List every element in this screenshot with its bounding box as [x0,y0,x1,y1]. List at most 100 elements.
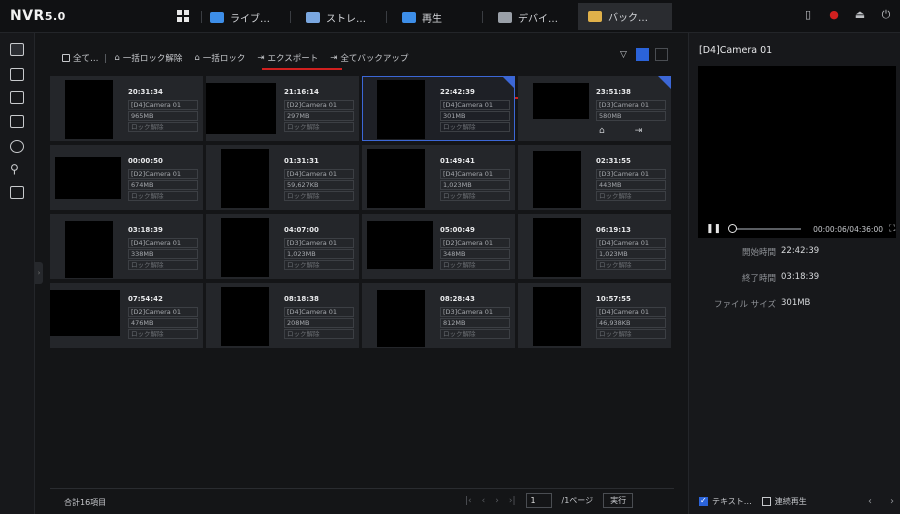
recording-card[interactable]: 00:00:50 [D2]Camera 01 674MB ロック解除 [50,145,203,210]
recording-card[interactable]: 23:51:38 [D3]Camera 01 580MB ⌂ ⇥ [518,76,671,141]
card-time: 08:18:38 [284,295,319,303]
card-time: 03:18:39 [128,226,163,234]
video-thumbnail[interactable] [55,157,121,199]
recording-card[interactable]: 21:16:14 [D2]Camera 01 297MB ロック解除 [206,76,359,141]
power-icon[interactable]: ⏻ [880,9,892,21]
seek-bar[interactable] [728,224,802,233]
fullscreen-icon[interactable]: ⛶ [889,224,895,234]
export-icon[interactable]: ⇥ [635,126,643,136]
last-page-icon[interactable]: ›| [509,496,516,506]
video-thumbnail[interactable] [533,287,581,346]
recording-card[interactable]: 10:57:55 [D4]Camera 01 46,938KB ロック解除 [518,283,671,348]
text-overlay-checkbox[interactable] [699,496,708,506]
card-info: 23:51:38 [D3]Camera 01 580MB [596,88,666,121]
unlock-all-button[interactable]: ⌂ 一括ロック解除 [115,52,183,64]
prev-clip-icon[interactable]: ‹ [868,496,872,507]
video-thumbnail[interactable] [65,221,113,278]
card-info: 00:00:50 [D2]Camera 01 674MB ロック解除 [128,157,198,201]
backup-icon: ⇥ [330,53,338,63]
video-thumbnail[interactable] [221,287,269,346]
backup-all-button[interactable]: ⇥ 全てバックアップ [330,52,408,64]
recording-card[interactable]: 06:19:13 [D4]Camera 01 1,023MB ロック解除 [518,214,671,279]
event-icon[interactable] [10,140,24,153]
select-all-checkbox[interactable]: 全て… [62,52,99,64]
first-page-icon[interactable]: |‹ [465,496,472,506]
go-button[interactable]: 実行 [603,493,634,508]
card-lock-status: ロック解除 [284,122,354,132]
video-thumbnail[interactable] [533,83,589,119]
collapse-handle[interactable]: › [35,262,43,284]
video-thumbnail[interactable] [367,221,433,269]
next-clip-icon[interactable]: › [890,496,894,507]
card-camera: [D4]Camera 01 [596,238,666,248]
export-icon[interactable]: ⏏ [854,9,866,21]
next-page-icon[interactable]: › [495,496,499,506]
lock-all-button[interactable]: ⌂ 一括ロック [194,52,245,64]
picture-icon[interactable] [10,68,24,81]
tab-backup[interactable]: バック… [578,3,672,30]
vehicle-icon[interactable] [10,186,24,199]
tab-storage[interactable]: ストレ… [306,6,366,28]
video-player[interactable] [698,66,896,238]
video-thumbnail[interactable] [377,80,425,139]
file-list-icon[interactable] [10,115,24,128]
page-number-input[interactable]: 1 [525,493,552,508]
start-time-value: 22:42:39 [781,246,820,256]
recording-card[interactable]: 22:42:39 [D4]Camera 01 301MB ロック解除 [362,76,515,141]
recording-card[interactable]: 07:54:42 [D2]Camera 01 476MB ロック解除 [50,283,203,348]
video-thumbnail[interactable] [377,290,425,347]
card-time: 08:28:43 [440,295,475,303]
seek-knob[interactable] [728,224,738,233]
selected-corner-badge [658,76,671,89]
document-icon[interactable] [10,91,24,104]
menu-grid-icon[interactable] [177,10,189,22]
filter-icon[interactable]: ▽ [620,50,630,60]
video-thumbnail[interactable] [50,290,120,336]
battery-icon[interactable]: ▯ [802,9,814,21]
card-info: 21:16:14 [D2]Camera 01 297MB ロック解除 [284,88,354,132]
lock-icon[interactable]: ⌂ [599,126,605,136]
card-time: 06:19:13 [596,226,631,234]
prev-page-icon[interactable]: ‹ [482,496,486,506]
recording-card[interactable]: 01:31:31 [D4]Camera 01 59,627KB ロック解除 [206,145,359,210]
video-thumbnail[interactable] [65,80,113,139]
person-icon[interactable]: ⚲ [10,163,24,176]
video-thumbnail[interactable] [367,149,425,208]
recording-card[interactable]: 08:18:38 [D4]Camera 01 208MB ロック解除 [206,283,359,348]
tab-playback[interactable]: 再生 [402,6,442,28]
app-logo: NVR5.0 [10,8,66,24]
continuous-play-checkbox[interactable] [761,497,771,506]
video-thumbnail[interactable] [533,218,581,277]
card-camera: [D4]Camera 01 [284,169,354,179]
card-lock-status: ロック解除 [128,122,198,132]
selected-corner-badge [502,76,515,89]
video-thumbnail[interactable] [533,151,581,208]
card-info: 01:49:41 [D4]Camera 01 1,023MB ロック解除 [440,157,510,201]
video-backup-icon[interactable] [10,43,24,56]
card-camera: [D3]Camera 01 [596,100,666,110]
grid-view-button[interactable] [636,48,649,61]
storage-icon [306,11,320,23]
pause-icon[interactable]: ❚❚ [706,224,721,234]
list-view-button[interactable] [655,48,668,61]
video-thumbnail[interactable] [206,83,276,134]
select-all-label: 全て… [73,54,99,64]
recording-card[interactable]: 01:49:41 [D4]Camera 01 1,023MB ロック解除 [362,145,515,210]
alarm-bell-icon[interactable]: ● [828,9,840,21]
recording-card[interactable]: 20:31:34 [D4]Camera 01 965MB ロック解除 [50,76,203,141]
recording-card[interactable]: 02:31:55 [D3]Camera 01 443MB ロック解除 [518,145,671,210]
tab-device[interactable]: デバイ… [498,6,558,28]
recording-card[interactable]: 03:18:39 [D4]Camera 01 338MB ロック解除 [50,214,203,279]
export-button[interactable]: ⇥ エクスポート [257,52,318,64]
card-info: 03:18:39 [D4]Camera 01 338MB ロック解除 [128,226,198,270]
recording-card[interactable]: 04:07:00 [D3]Camera 01 1,023MB ロック解除 [206,214,359,279]
file-size-label: ファイル サイズ [714,300,776,310]
recording-card[interactable]: 08:28:43 [D3]Camera 01 812MB ロック解除 [362,283,515,348]
video-thumbnail[interactable] [221,149,269,208]
playback-icon [402,11,416,23]
tab-live-view[interactable]: ライブ… [210,6,270,28]
card-time: 05:00:49 [440,226,475,234]
card-size: 1,023MB [440,180,510,190]
recording-card[interactable]: 05:00:49 [D2]Camera 01 348MB ロック解除 [362,214,515,279]
video-thumbnail[interactable] [221,218,269,277]
